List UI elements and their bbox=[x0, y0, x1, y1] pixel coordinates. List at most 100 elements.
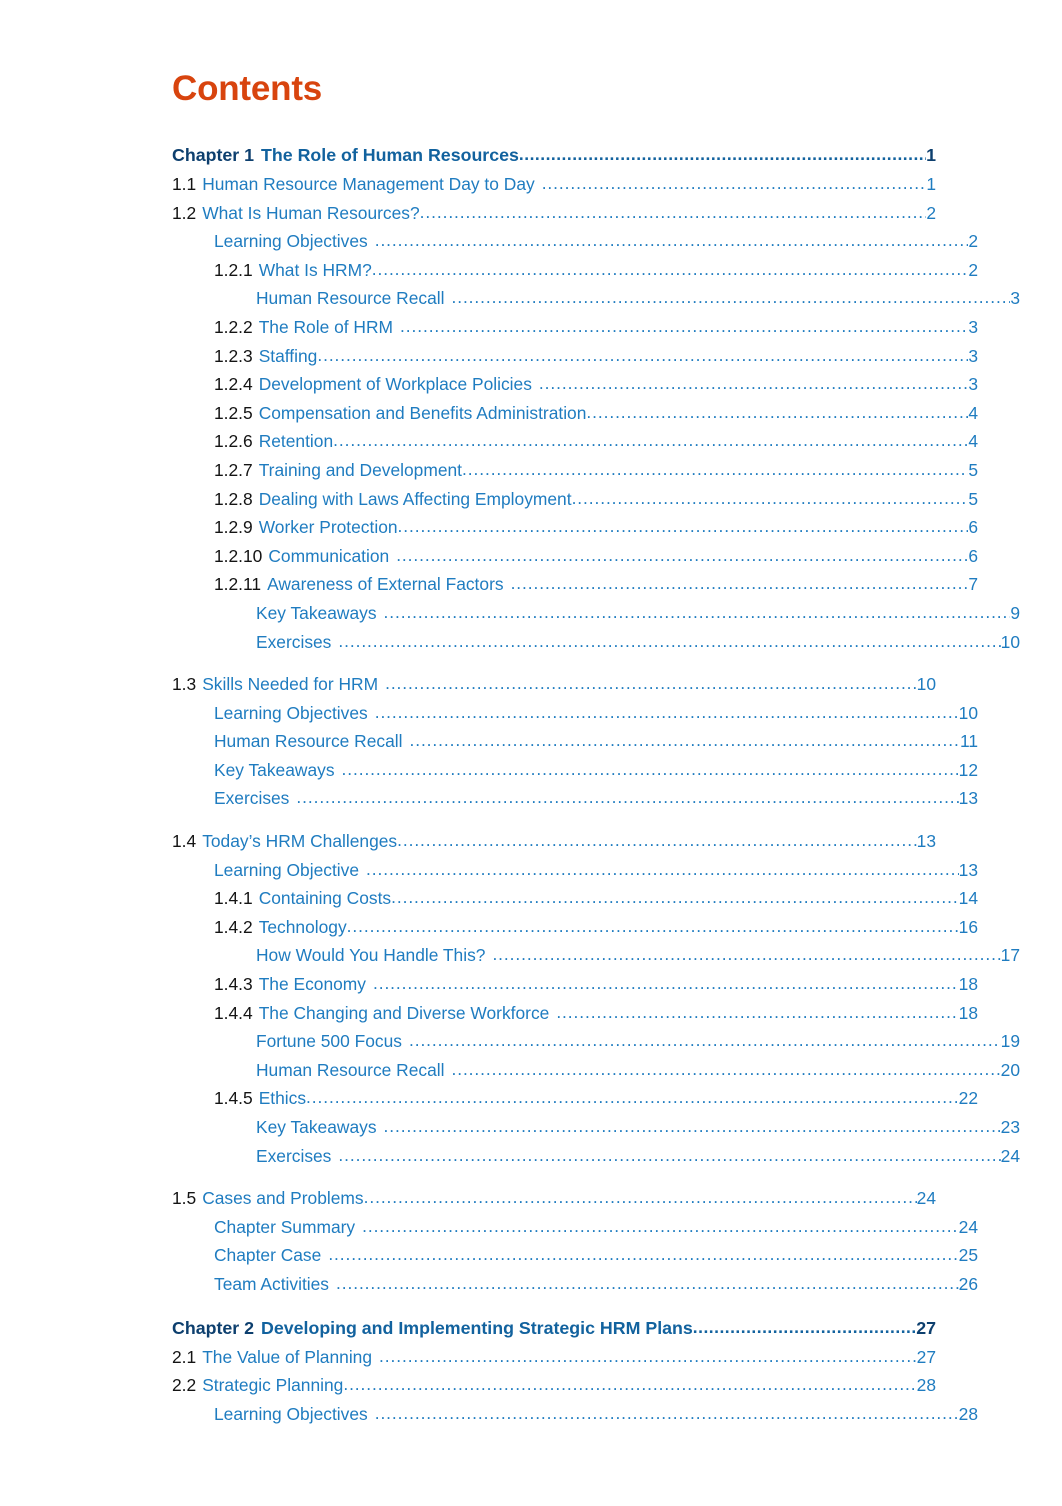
toc-entry-label: Strategic Planning bbox=[202, 1375, 344, 1396]
toc-page-number: 2 bbox=[968, 259, 978, 280]
toc-dot-leader bbox=[375, 698, 959, 727]
toc-entry-row[interactable]: 2.2Strategic Planning 28 bbox=[172, 1371, 936, 1400]
toc-dot-leader bbox=[384, 598, 1011, 627]
toc-entry-row[interactable]: 1.4.1Containing Costs 14 bbox=[172, 884, 978, 913]
toc-page-number: 22 bbox=[958, 1088, 978, 1109]
toc-entry-row[interactable]: 1.2.1What Is HRM? 2 bbox=[172, 256, 978, 285]
toc-entry-row[interactable]: 1.4.3The Economy 18 bbox=[172, 970, 978, 999]
toc-entry-row[interactable]: Human Resource Recall 20 bbox=[172, 1056, 1020, 1085]
toc-dot-leader bbox=[539, 369, 968, 398]
toc-page-number: 26 bbox=[958, 1273, 978, 1294]
toc-dot-leader bbox=[364, 1183, 917, 1212]
toc-entry-label: Dealing with Laws Affecting Employment bbox=[258, 488, 572, 509]
toc-dot-leader bbox=[451, 1055, 1000, 1084]
toc-page-number: 11 bbox=[959, 731, 978, 752]
toc-entry-label: The Changing and Diverse Workforce bbox=[258, 1002, 550, 1023]
toc-entry-row[interactable]: Learning Objectives 2 bbox=[172, 227, 978, 256]
toc-page-number: 2 bbox=[968, 231, 978, 252]
toc-entry-row[interactable]: Learning Objective 13 bbox=[172, 856, 978, 885]
toc-entry-row[interactable]: Exercises 13 bbox=[172, 784, 978, 813]
toc-entry-row[interactable]: 1.1Human Resource Management Day to Day 1 bbox=[172, 170, 936, 199]
toc-entry-label: The Role of Human Resources bbox=[261, 145, 519, 165]
toc-entry-label: Developing and Implementing Strategic HR… bbox=[261, 1317, 693, 1338]
toc-chapter-row[interactable]: Chapter 1 The Role of Human Resources 1 bbox=[172, 140, 936, 170]
toc-entry-row[interactable]: 1.2.11Awareness of External Factors 7 bbox=[172, 570, 978, 599]
toc-entry-number: 1.2 bbox=[172, 202, 197, 223]
toc-dot-leader bbox=[338, 1141, 1000, 1170]
toc-entry-label: Key Takeaways bbox=[214, 759, 335, 780]
toc-entry-row[interactable]: Exercises 24 bbox=[172, 1142, 1020, 1171]
toc-page-number: 7 bbox=[968, 574, 978, 595]
toc-entry-label: Key Takeaways bbox=[256, 602, 377, 623]
toc-dot-leader bbox=[347, 912, 959, 941]
toc-entry-row[interactable]: Chapter Summary 24 bbox=[172, 1213, 978, 1242]
toc-page-number: 2 bbox=[926, 202, 936, 223]
toc-page-number: 4 bbox=[968, 402, 978, 423]
toc-entry-row[interactable]: Learning Objectives 10 bbox=[172, 699, 978, 728]
toc-entry-row[interactable]: 1.2.3Staffing 3 bbox=[172, 342, 978, 371]
toc-entry-row[interactable]: 1.5Cases and Problems 24 bbox=[172, 1184, 936, 1213]
toc-entry-row[interactable]: Exercises 10 bbox=[172, 628, 1020, 657]
toc-dot-leader bbox=[342, 755, 959, 784]
toc-entry-row[interactable]: Key Takeaways 12 bbox=[172, 756, 978, 785]
toc-entry-row[interactable]: Team Activities 26 bbox=[172, 1270, 978, 1299]
toc-entry-label: What Is HRM? bbox=[258, 259, 372, 280]
toc-entry-row[interactable]: Human Resource Recall 3 bbox=[172, 284, 1020, 313]
toc-entry-row[interactable]: 1.3Skills Needed for HRM 10 bbox=[172, 670, 936, 699]
toc-dot-leader bbox=[333, 426, 968, 455]
toc-entry-number: 1.2.7 bbox=[214, 459, 253, 480]
toc-entry-label: Worker Protection bbox=[258, 517, 398, 538]
toc-page-number: 17 bbox=[1000, 945, 1020, 966]
toc-dot-leader bbox=[296, 783, 958, 812]
toc-entry-label: The Economy bbox=[258, 974, 366, 995]
toc-entry-label: Technology bbox=[258, 916, 347, 937]
toc-page-number: 27 bbox=[916, 1346, 936, 1367]
toc-entry-row[interactable]: How Would You Handle This? 17 bbox=[172, 941, 1020, 970]
toc-entry-number: 1.2.3 bbox=[214, 345, 253, 366]
toc-dot-leader bbox=[391, 883, 959, 912]
toc-entry-row[interactable]: 1.4.4The Changing and Diverse Workforce 1… bbox=[172, 999, 978, 1028]
toc-entry-row[interactable]: 1.4.2Technology 16 bbox=[172, 913, 978, 942]
toc-entry-label: Skills Needed for HRM bbox=[202, 674, 379, 695]
toc-entry-row[interactable]: 1.2.8 Dealing with Laws Affecting Employm… bbox=[172, 485, 978, 514]
toc-dot-leader bbox=[492, 940, 1000, 969]
toc-dot-leader bbox=[420, 198, 927, 227]
toc-page-number: 10 bbox=[958, 702, 978, 723]
toc-entry-label: Cases and Problems bbox=[202, 1188, 364, 1209]
toc-entry-row[interactable]: 1.2.10Communication 6 bbox=[172, 542, 978, 571]
toc-entry-label: Ethics bbox=[258, 1088, 307, 1109]
toc-entry-row[interactable]: 1.2.5 Compensation and Benefits Administr… bbox=[172, 399, 978, 428]
toc-page-number: 1 bbox=[926, 174, 936, 194]
toc-page-number: 13 bbox=[958, 859, 978, 880]
toc-dot-leader bbox=[317, 341, 968, 370]
toc-entry-number: 1.2.10 bbox=[214, 545, 263, 566]
toc-entry-label: Compensation and Benefits Administration bbox=[258, 402, 587, 423]
toc-dot-leader bbox=[366, 855, 959, 884]
toc-entry-row[interactable]: Learning Objectives 28 bbox=[172, 1400, 978, 1429]
toc-entry-row[interactable]: 1.4.5Ethics 22 bbox=[172, 1084, 978, 1113]
toc-entry-row[interactable]: 2.1The Value of Planning 27 bbox=[172, 1343, 936, 1372]
toc-page-number: 18 bbox=[958, 974, 978, 995]
toc-entry-label: Learning Objectives bbox=[214, 702, 368, 723]
toc-entry-row[interactable]: Fortune 500 Focus 19 bbox=[172, 1027, 1020, 1056]
toc-chapter-row[interactable]: Chapter 2 Developing and Implementing Str… bbox=[172, 1313, 936, 1343]
toc-entry-row[interactable]: 1.4Today’s HRM Challenges 13 bbox=[172, 827, 936, 856]
toc-dot-leader bbox=[586, 398, 968, 427]
toc-entry-row[interactable]: 1.2.9Worker Protection 6 bbox=[172, 513, 978, 542]
toc-dot-leader bbox=[372, 255, 969, 284]
toc-entry-row[interactable]: 1.2.7Training and Development 5 bbox=[172, 456, 978, 485]
toc-entry-row[interactable]: 1.2.6Retention 4 bbox=[172, 427, 978, 456]
toc-entry-row[interactable]: Key Takeaways 9 bbox=[172, 599, 1020, 628]
toc-entry-row[interactable]: 1.2.2The Role of HRM 3 bbox=[172, 313, 978, 342]
toc-entry-row[interactable]: Key Takeaways 23 bbox=[172, 1113, 1020, 1142]
toc-entry-number: 1.4.4 bbox=[214, 1002, 253, 1023]
toc-page-number: 13 bbox=[916, 831, 936, 852]
toc-entry-row[interactable]: 1.2.4Development of Workplace Policies 3 bbox=[172, 370, 978, 399]
toc-page-number: 20 bbox=[1000, 1059, 1020, 1080]
toc-entry-row[interactable]: Chapter Case 25 bbox=[172, 1241, 978, 1270]
toc-dot-leader bbox=[409, 1026, 1001, 1055]
toc-entry-row[interactable]: Human Resource Recall 11 bbox=[172, 727, 978, 756]
toc-dot-leader bbox=[343, 1370, 916, 1399]
toc-entry-row[interactable]: 1.2What Is Human Resources? 2 bbox=[172, 199, 936, 228]
toc-dot-leader bbox=[385, 669, 917, 698]
